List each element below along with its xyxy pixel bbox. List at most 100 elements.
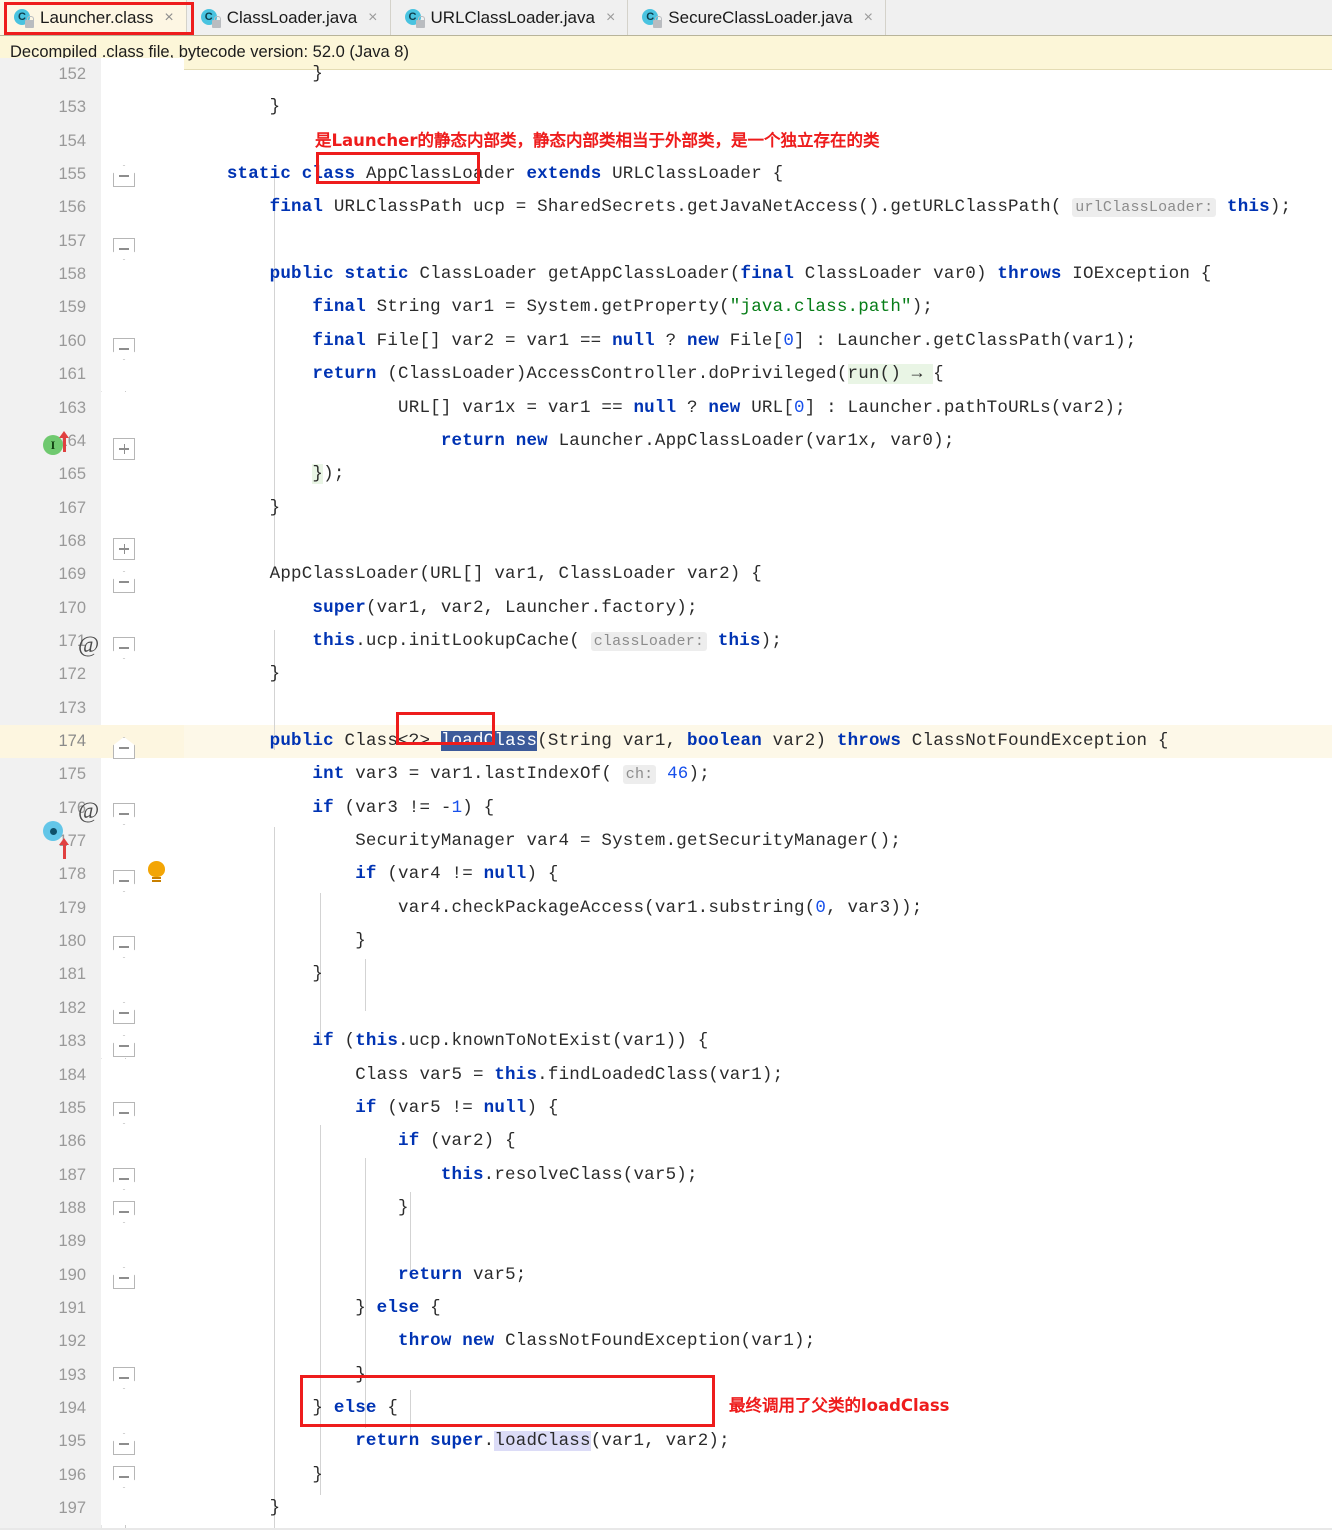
fold-marker-collapse[interactable] (113, 338, 135, 360)
editor-line-row[interactable]: 173 (0, 691, 1332, 725)
line-number[interactable]: 182 (0, 992, 86, 1025)
code-line[interactable]: if (this.ucp.knownToNotExist(var1)) { (184, 1025, 708, 1058)
annotation-at-icon[interactable]: @ (78, 633, 99, 656)
fold-marker-collapse[interactable] (113, 1367, 135, 1389)
line-number[interactable]: 168 (0, 525, 86, 558)
line-number[interactable]: 173 (0, 692, 86, 725)
line-number[interactable]: 163 (0, 392, 86, 425)
intention-bulb-icon[interactable] (148, 861, 165, 883)
line-number[interactable]: 185 (0, 1092, 86, 1125)
code-line[interactable]: if (var5 != null) { (184, 1092, 559, 1125)
editor-line-row[interactable]: 182 (0, 991, 1332, 1026)
line-number[interactable]: 165 (0, 458, 86, 491)
fold-marker-expand[interactable] (113, 538, 135, 560)
line-number[interactable]: 152 (0, 58, 86, 91)
code-line[interactable]: static class AppClassLoader extends URLC… (184, 158, 783, 191)
code-line[interactable]: if (var4 != null) { (184, 858, 559, 891)
code-line[interactable]: this.ucp.initLookupCache( classLoader: t… (184, 625, 782, 658)
close-icon[interactable]: × (864, 9, 873, 27)
fold-marker-collapse[interactable] (113, 1002, 135, 1024)
line-number[interactable]: 158 (0, 258, 86, 291)
code-line[interactable]: throw new ClassNotFoundException(var1); (184, 1325, 815, 1358)
code-line[interactable]: if (var2) { (184, 1125, 516, 1158)
fold-marker-collapse[interactable] (113, 165, 135, 187)
fold-marker-collapse[interactable] (113, 936, 135, 958)
line-number[interactable]: 190 (0, 1259, 86, 1292)
code-line[interactable]: return var5; (184, 1259, 526, 1292)
up-arrow-icon[interactable] (58, 838, 71, 860)
fold-marker-collapse[interactable] (113, 1466, 135, 1488)
tab-secureclassloader-java[interactable]: C SecureClassLoader.java × (628, 0, 886, 35)
up-arrow-icon[interactable] (58, 431, 71, 453)
fold-marker-collapse[interactable] (113, 238, 135, 260)
code-line[interactable]: public Class<?> loadClass(String var1, b… (184, 725, 1169, 758)
code-line[interactable]: final URLClassPath ucp = SharedSecrets.g… (184, 191, 1291, 224)
code-line[interactable]: } (184, 958, 323, 991)
line-number[interactable]: 184 (0, 1059, 86, 1092)
code-line[interactable]: } else { (184, 1292, 441, 1325)
line-number[interactable]: 196 (0, 1459, 86, 1492)
fold-marker-collapse[interactable] (113, 803, 135, 825)
line-number[interactable]: 161 (0, 358, 86, 391)
fold-marker-collapse[interactable] (113, 1267, 135, 1289)
line-number[interactable]: 159 (0, 291, 86, 324)
line-number[interactable]: 154 (0, 125, 86, 158)
line-number[interactable]: 156 (0, 191, 86, 224)
line-number[interactable]: 172 (0, 658, 86, 691)
code-line[interactable]: } (184, 658, 281, 691)
close-icon[interactable]: × (606, 9, 615, 27)
line-number[interactable]: 194 (0, 1392, 86, 1425)
line-number[interactable]: 179 (0, 892, 86, 925)
line-number[interactable]: 183 (0, 1025, 86, 1058)
code-line[interactable]: } (184, 492, 281, 525)
line-number[interactable]: 192 (0, 1325, 86, 1358)
code-line[interactable]: this.resolveClass(var5); (184, 1159, 698, 1192)
code-line[interactable]: return super.loadClass(var1, var2); (184, 1425, 730, 1458)
code-line[interactable]: if (var3 != -1) { (184, 792, 494, 825)
line-number[interactable]: 178 (0, 858, 86, 891)
code-line[interactable]: public static ClassLoader getAppClassLoa… (184, 258, 1212, 291)
code-line[interactable]: } (184, 925, 366, 958)
line-number[interactable]: 160 (0, 325, 86, 358)
line-number[interactable]: 191 (0, 1292, 86, 1325)
code-line[interactable]: SecurityManager var4 = System.getSecurit… (184, 825, 901, 858)
close-icon[interactable]: × (368, 9, 377, 27)
line-number[interactable]: 175 (0, 758, 86, 791)
close-icon[interactable]: × (164, 9, 173, 27)
line-number[interactable]: 171 (0, 625, 86, 658)
line-number[interactable]: 153 (0, 91, 86, 124)
code-editor[interactable]: 152 153 154 155 156 157 158 159 160 161 163 164 165 1… (0, 58, 1332, 1530)
annotation-at-icon[interactable]: @ (78, 799, 99, 822)
fold-marker-collapse[interactable] (113, 571, 135, 593)
code-line[interactable]: } (184, 1459, 323, 1492)
code-line[interactable]: } (184, 1192, 409, 1225)
code-line[interactable]: }); (184, 458, 345, 491)
code-line[interactable]: AppClassLoader(URL[] var1, ClassLoader v… (184, 558, 762, 591)
code-line[interactable]: URL[] var1x = var1 == null ? new URL[0] … (184, 392, 1126, 425)
fold-marker-collapse[interactable] (113, 737, 135, 759)
fold-marker-collapse[interactable] (113, 1201, 135, 1223)
line-number[interactable]: 169 (0, 558, 86, 591)
line-number[interactable]: 180 (0, 925, 86, 958)
fold-marker-collapse[interactable] (113, 1102, 135, 1124)
fold-marker-expand[interactable] (113, 438, 135, 460)
code-line[interactable]: return (ClassLoader)AccessController.doP… (184, 358, 944, 391)
fold-marker-collapse[interactable] (113, 637, 135, 659)
code-line[interactable]: } (184, 1492, 281, 1525)
line-number[interactable]: 189 (0, 1225, 86, 1258)
code-line[interactable]: super(var1, var2, Launcher.factory); (184, 592, 698, 625)
code-line[interactable]: Class var5 = this.findLoadedClass(var1); (184, 1059, 783, 1092)
line-number[interactable]: 193 (0, 1359, 86, 1392)
tab-classloader-java[interactable]: C ClassLoader.java × (186, 0, 391, 35)
editor-line-row[interactable]: 189 (0, 1225, 1332, 1259)
code-line[interactable]: var4.checkPackageAccess(var1.substring(0… (184, 892, 922, 925)
code-line[interactable]: final String var1 = System.getProperty("… (184, 291, 933, 324)
code-line[interactable]: return new Launcher.AppClassLoader(var1x… (184, 425, 955, 458)
fold-marker-collapse[interactable] (113, 1035, 135, 1057)
fold-marker-collapse[interactable] (113, 870, 135, 892)
line-number[interactable]: 181 (0, 958, 86, 991)
code-line[interactable]: final File[] var2 = var1 == null ? new F… (184, 325, 1137, 358)
line-number[interactable]: 176 (0, 792, 86, 825)
code-line[interactable]: } (184, 58, 323, 91)
line-number[interactable]: 195 (0, 1425, 86, 1458)
